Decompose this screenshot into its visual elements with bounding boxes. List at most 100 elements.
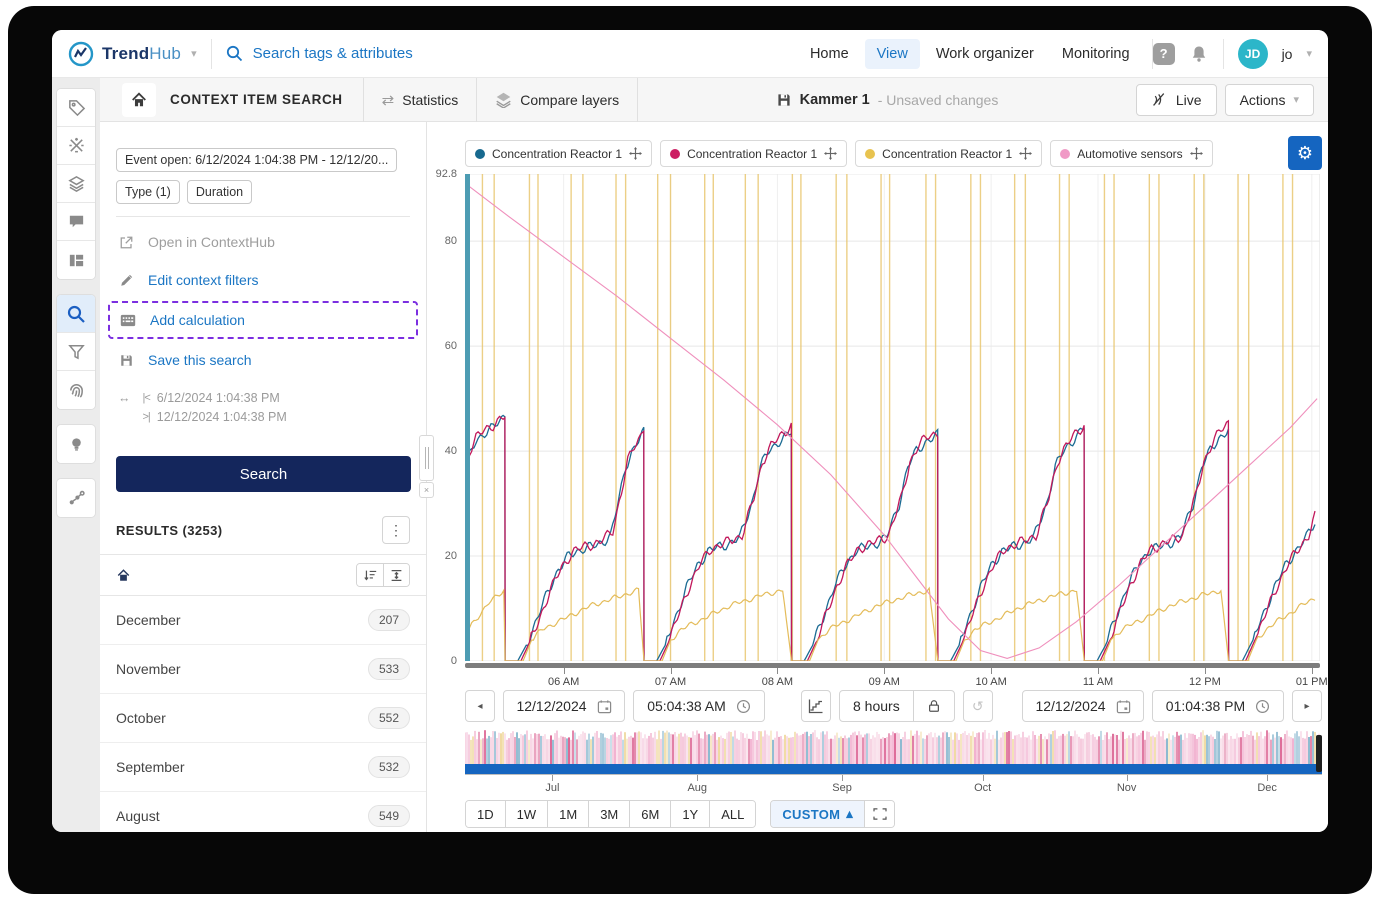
edit-context-filters-link[interactable]: Edit context filters: [100, 261, 426, 299]
tab-statistics[interactable]: ⇄ Statistics: [364, 78, 477, 122]
tab-compare-layers[interactable]: Compare layers: [477, 78, 637, 122]
result-row-december[interactable]: December 207: [100, 596, 426, 645]
range-end-icon: >|: [142, 411, 151, 423]
search-button[interactable]: Search: [116, 456, 411, 492]
range-1y-button[interactable]: 1Y: [671, 801, 711, 827]
result-row-november[interactable]: November 533: [100, 645, 426, 694]
chart-legend: Concentration Reactor 1 Concentration Re…: [465, 140, 1213, 167]
range-1w-button[interactable]: 1W: [505, 801, 549, 827]
move-icon[interactable]: [1019, 147, 1033, 160]
time-range-info: ↔ |< 6/12/2024 1:04:38 PM >| 12/12/2024 …: [100, 379, 426, 428]
chart-resolution-button[interactable]: [801, 690, 831, 722]
history-reset-button[interactable]: ↺: [962, 690, 993, 722]
rail-fingerprint-icon[interactable]: [57, 371, 95, 409]
range-custom-button[interactable]: CUSTOM ▴: [771, 801, 865, 827]
pan-left-button[interactable]: ◂: [465, 690, 495, 722]
range-1d-button[interactable]: 1D: [466, 801, 506, 827]
custom-caret-icon: ▴: [846, 806, 854, 821]
fit-range-button[interactable]: [864, 801, 895, 827]
overview-mini-chart[interactable]: [465, 730, 1322, 764]
results-heading: RESULTS (3253): [116, 522, 223, 538]
range-3m-button[interactable]: 3M: [589, 801, 631, 827]
panel-collapse-button[interactable]: ×: [419, 482, 434, 498]
trend-chart[interactable]: [465, 174, 1320, 661]
y-tick-label: 20: [444, 550, 457, 563]
overview-selection-bar[interactable]: [465, 764, 1322, 774]
duration-lock-button[interactable]: [912, 691, 954, 721]
move-icon[interactable]: [629, 147, 643, 160]
range-1m-button[interactable]: 1M: [548, 801, 590, 827]
nav-link-monitoring[interactable]: Monitoring: [1050, 39, 1142, 69]
result-row-september[interactable]: September 532: [100, 743, 426, 792]
sort-descending-button[interactable]: [357, 564, 383, 586]
nav-link-view[interactable]: View: [864, 38, 920, 69]
nav-link-home[interactable]: Home: [798, 39, 861, 69]
document-name: Kammer 1: [799, 91, 870, 108]
duration-value[interactable]: 8 hours: [840, 691, 913, 721]
range-6m-button[interactable]: 6M: [630, 801, 672, 827]
series-color-dot: [865, 148, 876, 159]
calendar-icon: [1116, 699, 1130, 713]
app-logo[interactable]: TrendHub: [52, 41, 191, 67]
rail-comments-icon[interactable]: [57, 203, 95, 241]
start-time-field[interactable]: 05:04:38 AM: [633, 690, 765, 722]
legend-chip-automotive-sensors[interactable]: Automotive sensors: [1050, 140, 1213, 167]
series-color-dot: [1060, 148, 1071, 159]
start-date-field[interactable]: 12/12/2024: [503, 690, 625, 722]
panel-resize-handle[interactable]: [419, 435, 434, 481]
y-tick-label: 80: [444, 235, 457, 248]
logo-menu-caret[interactable]: ▾: [191, 47, 197, 60]
rail-search-icon[interactable]: [57, 295, 95, 333]
global-search-input[interactable]: [252, 45, 553, 62]
rail-filter-icon[interactable]: [57, 333, 95, 371]
move-icon[interactable]: [824, 147, 838, 160]
rail-tag-icon[interactable]: [57, 89, 95, 127]
open-in-contexthub-link[interactable]: Open in ContextHub: [100, 223, 426, 261]
save-this-search-link[interactable]: Save this search: [100, 341, 426, 379]
count-badge: 549: [367, 805, 410, 827]
filter-chip-event-open[interactable]: Event open: 6/12/2024 1:04:38 PM - 12/12…: [116, 148, 398, 172]
rail-dashboard-icon[interactable]: [57, 241, 95, 279]
rail-calculations-icon[interactable]: [57, 127, 95, 165]
legend-chip-reactor-blue[interactable]: Concentration Reactor 1: [465, 140, 653, 167]
legend-chip-reactor-crimson[interactable]: Concentration Reactor 1: [660, 140, 848, 167]
filter-chip-type[interactable]: Type (1): [116, 180, 180, 204]
collapse-groups-button[interactable]: [383, 564, 409, 586]
user-menu-caret[interactable]: ▾: [1306, 47, 1312, 60]
actions-button[interactable]: Actions ▾: [1224, 83, 1315, 116]
x-tick-mark: [1098, 668, 1100, 674]
external-link-icon: [120, 236, 132, 248]
result-row-august[interactable]: August 549: [100, 792, 426, 832]
rail-recommendations-icon[interactable]: [57, 425, 95, 463]
y-axis-labels: 92.8 0 20 40 60 80: [427, 168, 461, 668]
avatar[interactable]: JD: [1237, 38, 1268, 69]
panel-divider: [116, 216, 410, 217]
username: jo: [1281, 45, 1293, 62]
legend-chip-reactor-gold[interactable]: Concentration Reactor 1: [855, 140, 1043, 167]
notifications-bell-icon[interactable]: [1189, 44, 1209, 64]
nav-link-work-organizer[interactable]: Work organizer: [924, 39, 1046, 69]
end-date-field[interactable]: 12/12/2024: [1022, 690, 1144, 722]
home-column-icon[interactable]: [116, 568, 131, 583]
filter-chip-duration[interactable]: Duration: [186, 180, 253, 204]
x-tick-mark: [1204, 668, 1206, 674]
live-button[interactable]: Live: [1135, 83, 1217, 116]
move-icon[interactable]: [1189, 147, 1203, 160]
pan-right-button[interactable]: ▸: [1292, 690, 1322, 722]
toolbar-separator: [637, 77, 639, 122]
result-row-october[interactable]: October 552: [100, 694, 426, 743]
x-tick-label: 12 PM: [1188, 676, 1221, 688]
x-tick-mark: [670, 668, 672, 674]
chart-settings-button[interactable]: ⚙: [1288, 136, 1322, 170]
x-axis-bar: [465, 663, 1320, 668]
end-time-field[interactable]: 01:04:38 PM: [1152, 690, 1284, 722]
add-calculation-link[interactable]: Add calculation: [110, 303, 416, 337]
overview-current-handle[interactable]: [1316, 735, 1322, 772]
rail-layers-icon[interactable]: [57, 165, 95, 203]
rail-connections-icon[interactable]: [57, 479, 95, 517]
results-list-header: [100, 554, 426, 596]
help-icon[interactable]: ?: [1152, 42, 1175, 65]
results-menu-button[interactable]: ⋮: [382, 516, 410, 544]
range-all-button[interactable]: ALL: [710, 801, 756, 827]
home-button[interactable]: [122, 82, 156, 117]
